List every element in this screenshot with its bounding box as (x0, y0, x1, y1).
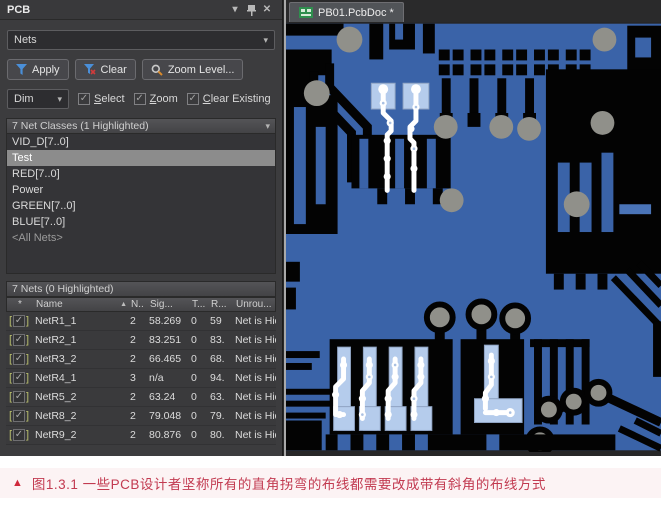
vias-above-bottom-cluster (427, 301, 528, 341)
caption-text: 图1.3.1 一些PCB设计者坚称所有的直角拐弯的布线都需要改成带有斜角的布线方… (32, 473, 546, 493)
table-row[interactable]: [✓] NetR8_2 2 79.048 0 79. Net is Hid (6, 407, 276, 426)
checkmark-icon: ✓ (13, 391, 25, 403)
tab-pb01-pcbdoc[interactable]: PB01.PcbDoc * (289, 2, 404, 22)
net-classes-header[interactable]: 7 Net Classes (1 Highlighted) ▾ (6, 118, 276, 134)
caption-triangle-icon: ▲ (12, 477, 23, 490)
checkmark-icon: ✓ (78, 93, 90, 105)
figure-caption: ▲ 图1.3.1 一些PCB设计者坚称所有的直角拐弯的布线都需要改成带有斜角的布… (0, 468, 661, 498)
table-row[interactable]: [✓] NetR4_1 3 n/a 0 94. Net is Hid (6, 369, 276, 388)
column-name[interactable]: Name ▲ (33, 299, 131, 310)
application-window: PCB ▾ ✕ Nets ▾ Apply Clear (0, 0, 661, 456)
pcbdoc-icon (299, 7, 313, 18)
pcb-panel: PCB ▾ ✕ Nets ▾ Apply Clear (0, 0, 283, 456)
checkmark-icon: ✓ (13, 372, 25, 384)
nets-header[interactable]: 7 Nets (0 Highlighted) (6, 281, 276, 297)
checkmark-icon: ✓ (13, 410, 25, 422)
panel-title: PCB (7, 4, 30, 16)
net-visible-checkbox[interactable]: [✓] (6, 429, 32, 441)
net-visible-checkbox[interactable]: [✓] (6, 391, 32, 403)
panel-mode-dropdown[interactable]: Nets ▾ (7, 30, 275, 50)
net-class-list: VID_D[7..0] Test RED[7..0] Power GREEN[7… (6, 134, 276, 274)
select-checkbox[interactable]: ✓ Select (78, 93, 125, 105)
table-row[interactable]: [✓] NetR3_2 2 66.465 0 68. Net is Hid (6, 350, 276, 369)
table-row[interactable]: [✓] NetR5_2 2 63.24 0 63. Net is Hid (6, 388, 276, 407)
highlighted-net-cluster-bottom (330, 339, 453, 434)
chevron-down-icon: ▾ (263, 35, 268, 46)
net-visible-checkbox[interactable]: [✓] (6, 334, 32, 346)
checkmark-icon: ✓ (187, 93, 199, 105)
net-class-item[interactable]: RED[7..0] (7, 166, 275, 182)
checkmark-icon: ✓ (134, 93, 146, 105)
net-class-item-all-nets[interactable]: <All Nets> (7, 230, 275, 246)
filter-icon (16, 64, 27, 75)
table-row[interactable]: [✓] NetR9_2 2 80.876 0 80. Net is Hid (6, 426, 276, 445)
table-row[interactable]: [✓] NetR1_1 2 58.269 0 59 Net is Hid (6, 312, 276, 331)
zoom-checkbox[interactable]: ✓ Zoom (134, 93, 178, 105)
clear-existing-checkbox[interactable]: ✓ Clear Existing (187, 93, 271, 105)
net-class-item[interactable]: GREEN[7..0] (7, 198, 275, 214)
magnifier-icon (151, 64, 163, 76)
clear-button[interactable]: Clear (75, 59, 136, 80)
nets-table: [✓] NetR1_1 2 58.269 0 59 Net is Hid [✓]… (6, 312, 276, 445)
pcb-editor: PB01.PcbDoc * (284, 0, 661, 456)
bottom-edge-band (326, 434, 616, 450)
panel-mode-value: Nets (14, 34, 37, 46)
net-class-item[interactable]: Power (7, 182, 275, 198)
panel-menu-icon[interactable]: ▾ (227, 3, 243, 17)
net-class-item[interactable]: VID_D[7..0] (7, 134, 275, 150)
checkmark-icon: ✓ (13, 429, 25, 441)
panel-titlebar: PCB ▾ ✕ (0, 0, 282, 20)
highlighted-net-single-bottom (461, 339, 524, 434)
filter-clear-icon (84, 64, 96, 75)
close-icon[interactable]: ✕ (259, 3, 275, 17)
nets-table-header[interactable]: * Name ▲ N.. Sig... T... R... Unrou... (6, 297, 276, 312)
pcb-canvas[interactable] (286, 22, 661, 452)
dim-dropdown[interactable]: Dim ▾ (7, 89, 69, 109)
pin-icon[interactable] (243, 3, 259, 17)
checkmark-icon: ✓ (13, 353, 25, 365)
net-visible-checkbox[interactable]: [✓] (6, 372, 32, 384)
net-class-item-selected[interactable]: Test (7, 150, 275, 166)
chevron-down-icon: ▾ (265, 121, 270, 132)
checkmark-icon: ✓ (13, 315, 25, 327)
net-visible-checkbox[interactable]: [✓] (6, 315, 32, 327)
checkmark-icon: ✓ (13, 334, 25, 346)
net-visible-checkbox[interactable]: [✓] (6, 410, 32, 422)
net-class-item[interactable]: BLUE[7..0] (7, 214, 275, 230)
zoom-level-button[interactable]: Zoom Level... (142, 59, 244, 80)
net-visible-checkbox[interactable]: [✓] (6, 353, 32, 365)
table-row[interactable]: [✓] NetR2_1 2 83.251 0 83. Net is Hid (6, 331, 276, 350)
document-tabbar: PB01.PcbDoc * (286, 0, 661, 22)
chevron-down-icon: ▾ (57, 94, 62, 105)
apply-button[interactable]: Apply (7, 59, 69, 80)
sort-asc-icon: ▲ (120, 301, 127, 308)
